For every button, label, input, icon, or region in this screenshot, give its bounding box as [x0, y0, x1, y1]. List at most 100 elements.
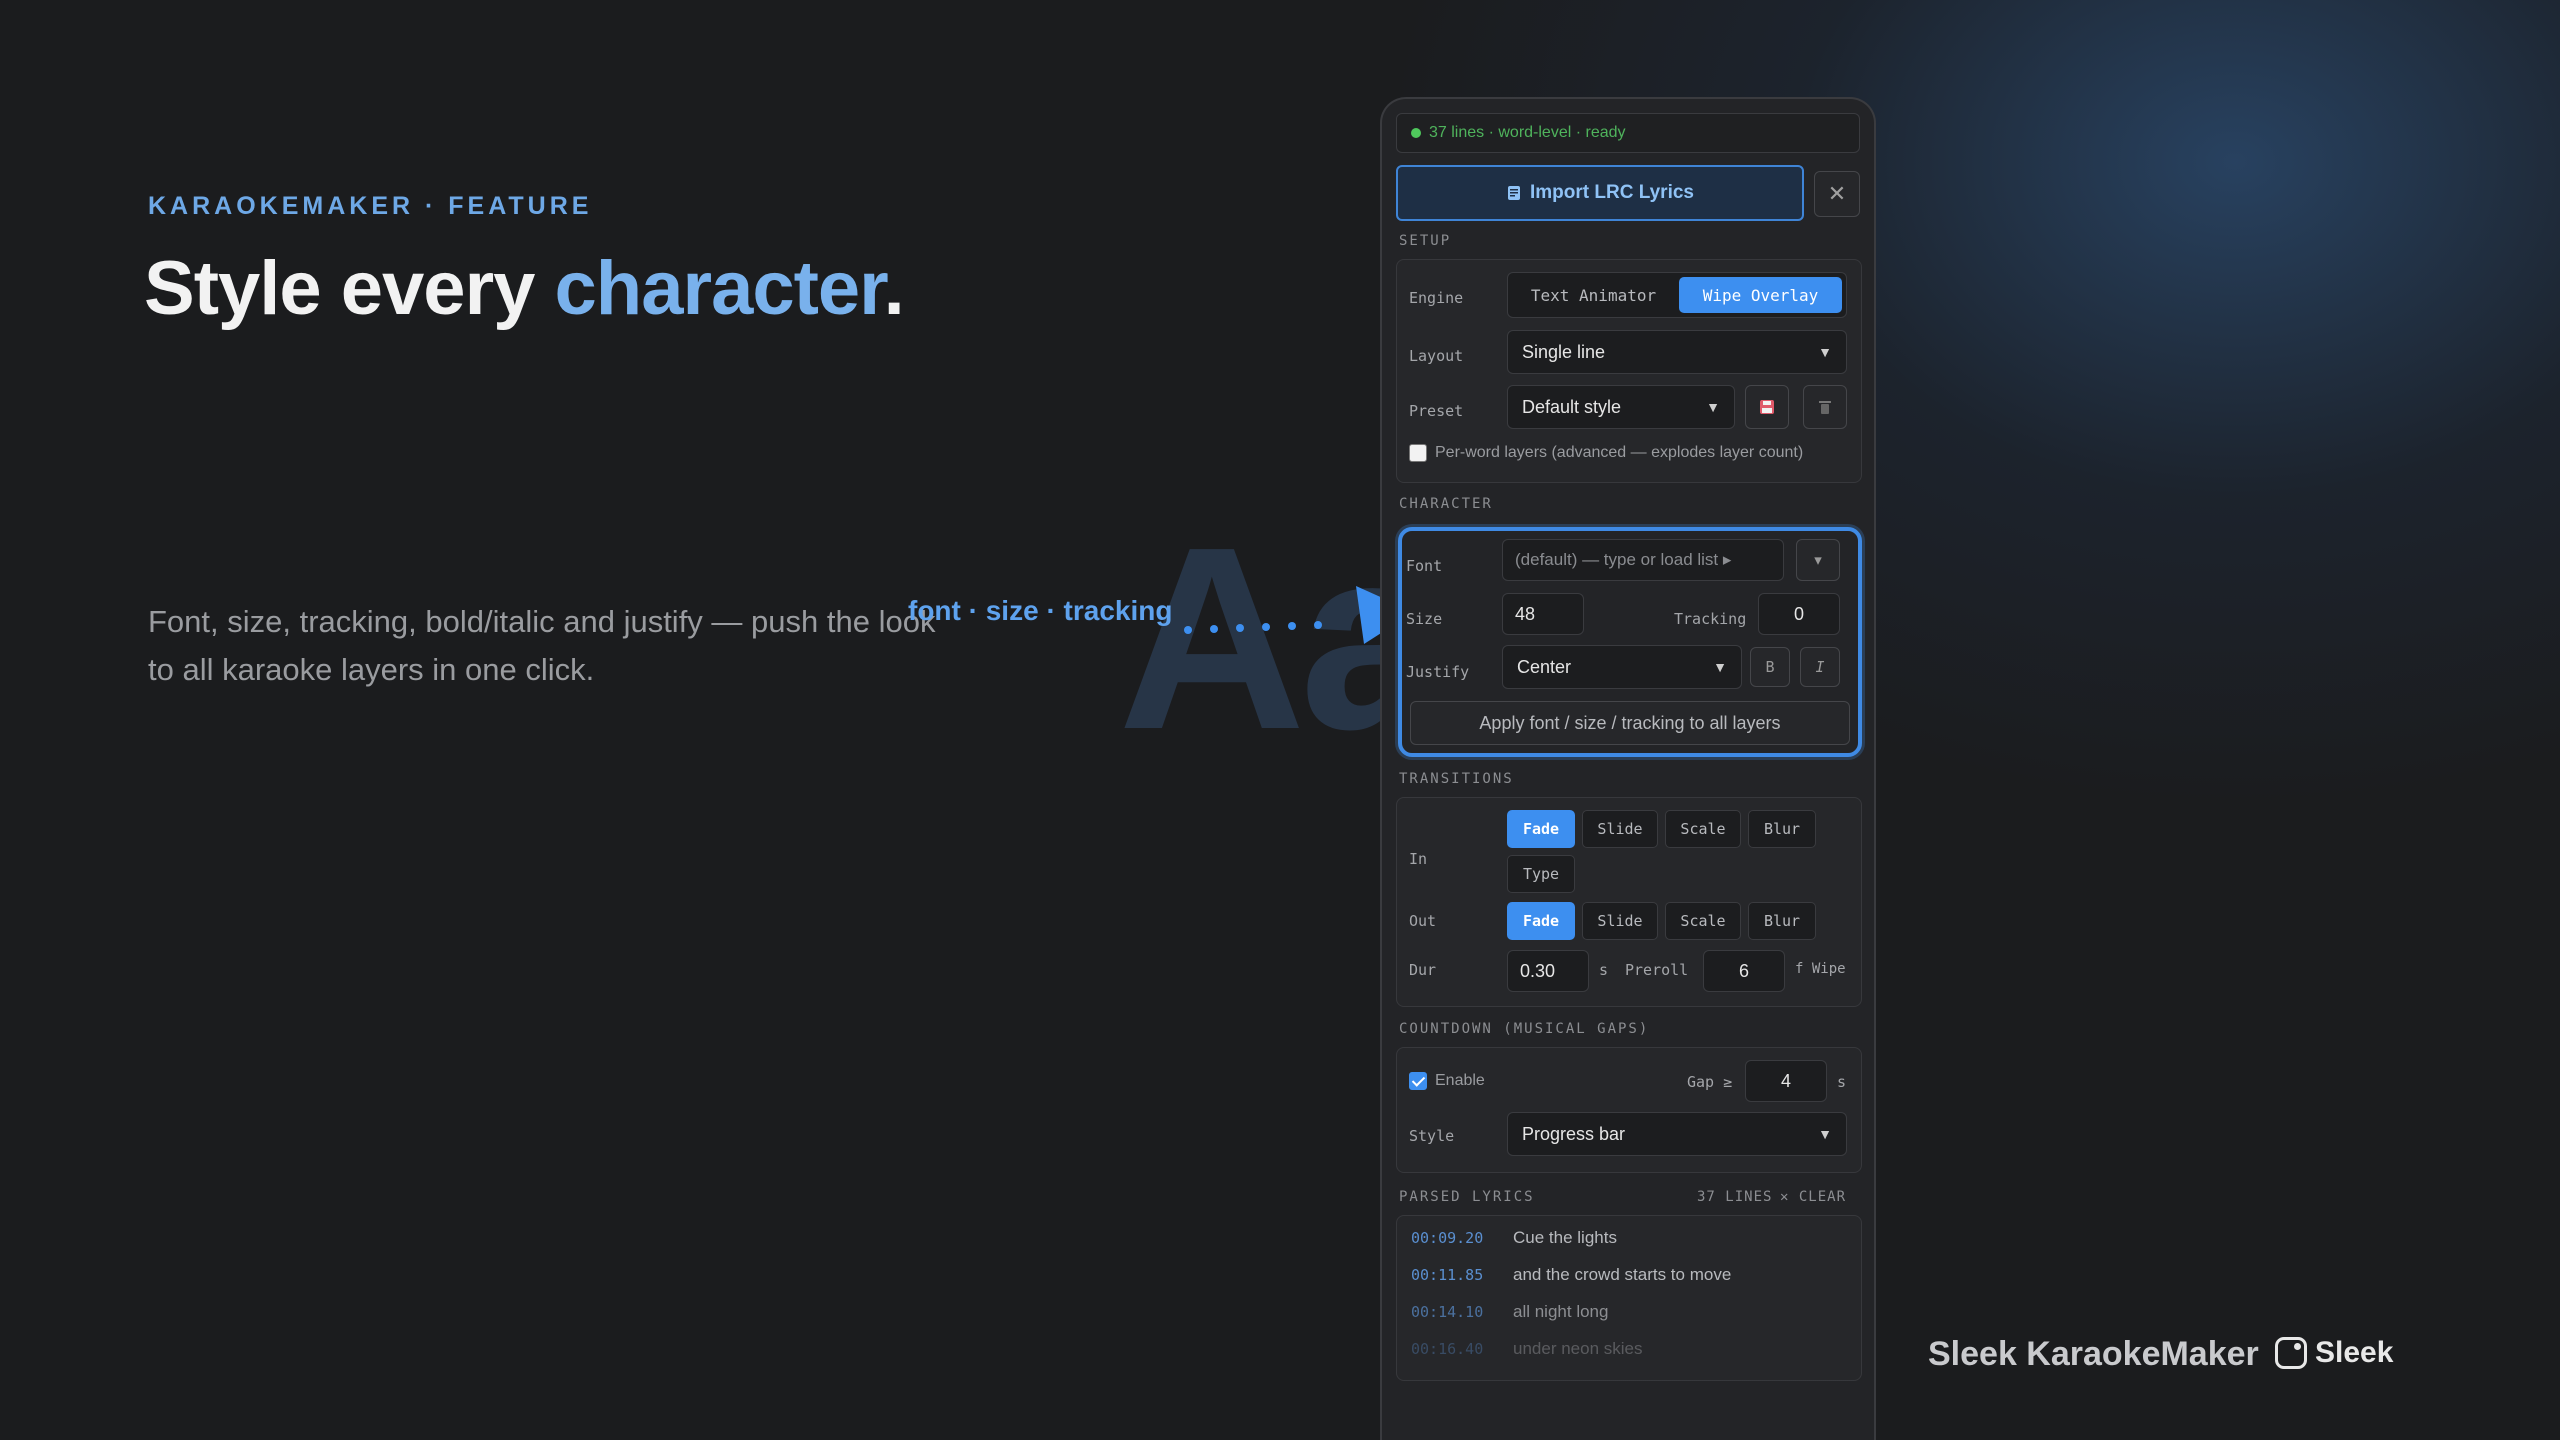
bold-toggle[interactable]: B — [1750, 647, 1790, 687]
duration-input[interactable]: 0.30 — [1507, 950, 1589, 992]
status-dot-icon — [1411, 128, 1421, 138]
save-icon — [1760, 400, 1774, 414]
in-type[interactable]: Type — [1507, 855, 1575, 893]
brand-logo: Sleek — [2275, 1336, 2393, 1370]
lyric-time: 00:09.20 — [1411, 1229, 1484, 1247]
headline-accent: character — [554, 246, 885, 331]
import-lrc-button[interactable]: Import LRC Lyrics — [1396, 165, 1804, 221]
lyric-text: and the crowd starts to move — [1513, 1265, 1732, 1284]
out-fade[interactable]: Fade — [1507, 902, 1575, 940]
size-input[interactable]: 48 — [1502, 593, 1584, 635]
parsed-lyrics-title: PARSED LYRICS — [1399, 1189, 1535, 1205]
engine-wipe-overlay[interactable]: Wipe Overlay — [1679, 277, 1842, 313]
out-blur[interactable]: Blur — [1748, 902, 1816, 940]
product-name: Sleek KaraokeMaker — [1928, 1335, 2259, 1373]
lyric-text: under neon skies — [1513, 1339, 1643, 1358]
per-word-checkbox[interactable] — [1409, 444, 1427, 462]
eyebrow: KARAOKEMAKER · FEATURE — [148, 192, 593, 220]
in-blur[interactable]: Blur — [1748, 810, 1816, 848]
brand-logo-text: Sleek — [2315, 1336, 2394, 1369]
font-input[interactable]: (default) — type or load list ▸ — [1502, 539, 1784, 581]
import-label: Import LRC Lyrics — [1530, 182, 1694, 203]
engine-text-animator[interactable]: Text Animator — [1512, 277, 1675, 313]
line-count: 37 LINES — [1697, 1189, 1773, 1205]
character-title: CHARACTER — [1399, 496, 1493, 512]
tracking-label: Tracking — [1674, 610, 1747, 628]
setup-box: Engine Text Animator Wipe Overlay Layout… — [1396, 259, 1862, 483]
lyric-text: all night long — [1513, 1302, 1609, 1321]
list-item[interactable]: 00:16.40 under neon skies — [1411, 1339, 1642, 1359]
callout-label: font · size · tracking — [908, 595, 1173, 626]
out-label: Out — [1409, 912, 1437, 930]
headline-post: . — [883, 246, 905, 331]
lyrics-sheet-icon — [1508, 186, 1520, 200]
italic-toggle[interactable]: I — [1800, 647, 1840, 687]
countdown-enable-option[interactable]: Enable — [1409, 1072, 1485, 1090]
lyric-time: 00:14.10 — [1411, 1303, 1484, 1321]
headline: Style every character. — [144, 245, 905, 332]
justify-select[interactable]: Center ▼ — [1502, 645, 1742, 689]
countdown-enable-checkbox[interactable] — [1409, 1072, 1427, 1090]
enable-label: Enable — [1435, 1072, 1485, 1089]
font-list-button[interactable]: ▾ — [1796, 539, 1840, 581]
chevron-down-icon: ▾ — [1814, 552, 1822, 569]
panel-fade — [1382, 1379, 1874, 1440]
gap-input[interactable]: 4 — [1745, 1060, 1827, 1102]
in-label: In — [1409, 850, 1428, 868]
justify-value: Center — [1517, 656, 1572, 677]
per-word-option[interactable]: Per-word layers (advanced — explodes lay… — [1409, 444, 1803, 462]
justify-label: Justify — [1406, 663, 1470, 681]
in-fade[interactable]: Fade — [1507, 810, 1575, 848]
preset-value: Default style — [1522, 396, 1622, 417]
preset-label: Preset — [1409, 402, 1464, 420]
size-label: Size — [1406, 610, 1443, 628]
countdown-style-select[interactable]: Progress bar ▼ — [1507, 1112, 1847, 1156]
layout-label: Layout — [1409, 347, 1464, 365]
layout-select[interactable]: Single line ▼ — [1507, 330, 1847, 374]
character-box: Font (default) — type or load list ▸ ▾ S… — [1398, 527, 1862, 757]
delete-preset-button[interactable] — [1803, 385, 1847, 429]
countdown-style-value: Progress bar — [1522, 1123, 1626, 1144]
clear-lyrics-button[interactable]: ✕ CLEAR — [1780, 1189, 1846, 1205]
list-item[interactable]: 00:09.20 Cue the lights — [1411, 1228, 1617, 1248]
dur-label: Dur — [1409, 961, 1437, 979]
body-copy: Font, size, tracking, bold/italic and ju… — [148, 604, 936, 687]
trash-icon — [1819, 401, 1831, 414]
out-slide[interactable]: Slide — [1582, 902, 1658, 940]
lyric-text: Cue the lights — [1513, 1228, 1617, 1247]
style-label: Style — [1409, 1127, 1455, 1145]
tracking-input[interactable]: 0 — [1758, 593, 1840, 635]
out-scale[interactable]: Scale — [1665, 902, 1741, 940]
chevron-down-icon: ▼ — [1818, 344, 1832, 360]
countdown-title: COUNTDOWN (MUSICAL GAPS) — [1399, 1021, 1650, 1037]
preroll-label: Preroll — [1625, 961, 1689, 979]
per-word-label: Per-word layers (advanced — explodes lay… — [1435, 444, 1804, 461]
karaoke-panel: 37 lines · word-level · ready Import LRC… — [1380, 97, 1876, 1440]
close-button[interactable]: ✕ — [1814, 171, 1860, 217]
gap-label: Gap ≥ — [1687, 1073, 1733, 1091]
chevron-down-icon: ▼ — [1818, 1126, 1832, 1142]
chevron-down-icon: ▼ — [1713, 659, 1727, 675]
status-bar: 37 lines · word-level · ready — [1396, 113, 1860, 153]
gap-unit: s — [1837, 1073, 1847, 1091]
in-scale[interactable]: Scale — [1665, 810, 1741, 848]
transitions-title: TRANSITIONS — [1399, 771, 1514, 787]
preroll-input[interactable]: 6 — [1703, 950, 1785, 992]
lyric-time: 00:11.85 — [1411, 1266, 1484, 1284]
list-item[interactable]: 00:11.85 and the crowd starts to move — [1411, 1265, 1731, 1285]
callout-dotted-line — [1184, 621, 1322, 634]
dur-unit: s — [1599, 961, 1609, 979]
lyrics-list: 00:09.20 Cue the lights 00:11.85 and the… — [1396, 1215, 1862, 1381]
apply-all-layers-button[interactable]: Apply font / size / tracking to all laye… — [1410, 701, 1850, 745]
status-text: 37 lines · word-level · ready — [1429, 124, 1626, 141]
setup-title: SETUP — [1399, 233, 1452, 249]
chevron-down-icon: ▼ — [1706, 399, 1720, 415]
lyric-time: 00:16.40 — [1411, 1340, 1484, 1358]
transitions-box: In Fade Slide Scale Blur Type Out Fade S… — [1396, 797, 1862, 1007]
preroll-unit: f Wipe — [1795, 961, 1846, 977]
save-preset-button[interactable] — [1745, 385, 1789, 429]
preset-select[interactable]: Default style ▼ — [1507, 385, 1735, 429]
list-item[interactable]: 00:14.10 all night long — [1411, 1302, 1608, 1322]
close-icon: ✕ — [1827, 181, 1847, 206]
in-slide[interactable]: Slide — [1582, 810, 1658, 848]
